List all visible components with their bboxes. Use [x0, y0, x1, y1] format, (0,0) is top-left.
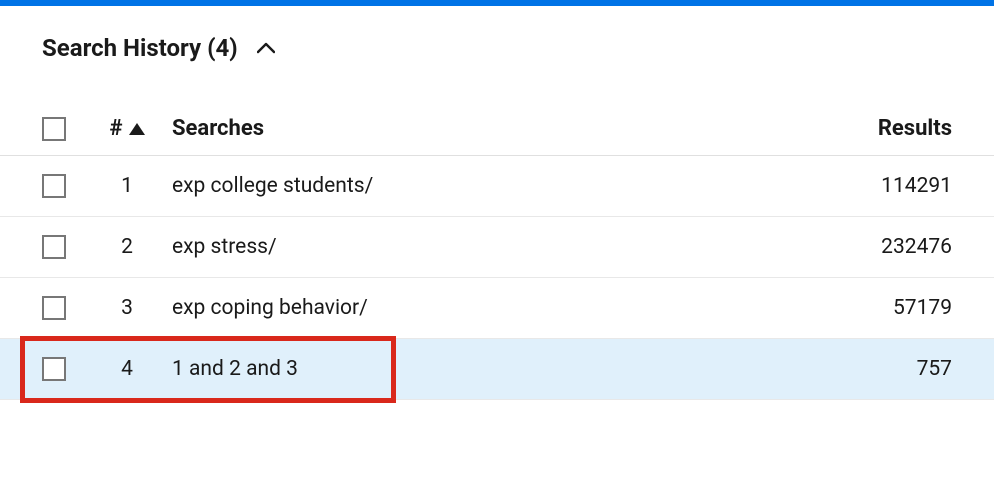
- row-results: 757: [822, 357, 952, 381]
- table-row-wrapper: 3exp coping behavior/57179: [0, 278, 994, 339]
- checkbox-cell: [42, 296, 90, 320]
- column-header-num-label: #: [109, 116, 122, 141]
- section-title: Search History (4): [42, 34, 238, 62]
- table-row[interactable]: 2exp stress/232476: [0, 217, 994, 278]
- column-header-num[interactable]: #: [90, 116, 164, 141]
- row-results: 57179: [822, 296, 952, 320]
- row-num: 4: [90, 357, 164, 381]
- row-checkbox[interactable]: [42, 174, 66, 198]
- table-row[interactable]: 1exp college students/114291: [0, 156, 994, 217]
- row-results: 232476: [822, 235, 952, 259]
- chevron-up-icon: [257, 42, 275, 54]
- table-body: 1exp college students/1142912exp stress/…: [0, 156, 994, 400]
- table-row[interactable]: 3exp coping behavior/57179: [0, 278, 994, 339]
- row-num: 2: [90, 235, 164, 259]
- row-results: 114291: [822, 174, 952, 198]
- checkbox-cell: [42, 357, 90, 381]
- row-search: exp stress/: [164, 235, 822, 259]
- checkbox-cell: [42, 174, 90, 198]
- section-header: Search History (4): [0, 34, 994, 102]
- sort-ascending-icon: [129, 123, 145, 135]
- table-row-wrapper: 2exp stress/232476: [0, 217, 994, 278]
- row-search: exp coping behavior/: [164, 296, 822, 320]
- row-search: 1 and 2 and 3: [164, 357, 822, 381]
- row-checkbox[interactable]: [42, 357, 66, 381]
- table-row[interactable]: 41 and 2 and 3757: [0, 339, 994, 400]
- row-checkbox[interactable]: [42, 235, 66, 259]
- select-all-cell: [42, 117, 90, 141]
- row-num: 1: [90, 174, 164, 198]
- table-row-wrapper: 41 and 2 and 3757: [0, 339, 994, 400]
- row-search: exp college students/: [164, 174, 822, 198]
- table-header-row: # Searches Results: [0, 102, 994, 156]
- row-num: 3: [90, 296, 164, 320]
- table-row-wrapper: 1exp college students/114291: [0, 156, 994, 217]
- column-header-searches[interactable]: Searches: [164, 116, 822, 141]
- search-history-table: # Searches Results 1exp college students…: [0, 102, 994, 400]
- checkbox-cell: [42, 235, 90, 259]
- main-container: Search History (4) # Searches Results 1e…: [0, 6, 994, 400]
- row-checkbox[interactable]: [42, 296, 66, 320]
- collapse-toggle[interactable]: [256, 38, 276, 58]
- column-header-results[interactable]: Results: [822, 116, 952, 141]
- select-all-checkbox[interactable]: [42, 117, 66, 141]
